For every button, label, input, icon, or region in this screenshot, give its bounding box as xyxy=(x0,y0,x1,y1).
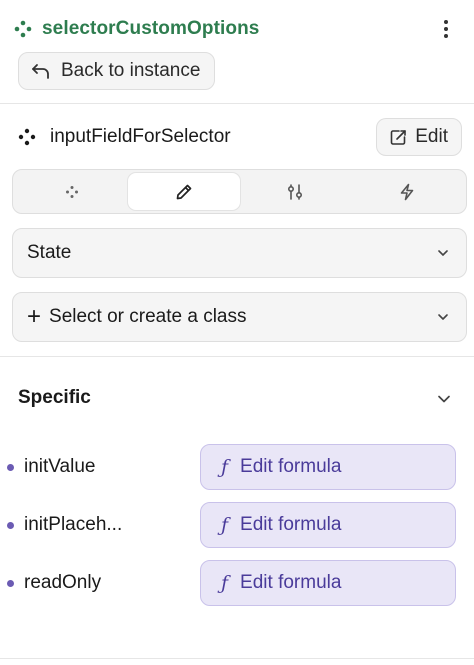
property-row: initValue ƒ Edit formula xyxy=(7,444,456,490)
back-to-instance-button[interactable]: Back to instance xyxy=(18,52,216,90)
component-icon xyxy=(14,20,32,38)
divider xyxy=(0,356,474,357)
edit-formula-label: Edit formula xyxy=(240,456,342,477)
edit-formula-label: Edit formula xyxy=(240,514,342,535)
bound-indicator xyxy=(7,521,14,529)
tab-style[interactable] xyxy=(127,173,240,210)
property-label: readOnly xyxy=(24,572,102,593)
edit-button[interactable]: Edit xyxy=(376,118,462,156)
panel-header: selectorCustomOptions Back to instance xyxy=(0,0,474,104)
external-edit-icon xyxy=(390,129,407,145)
back-to-instance-label: Back to instance xyxy=(61,60,201,81)
component-title-row: selectorCustomOptions xyxy=(14,14,259,44)
edit-formula-label: Edit formula xyxy=(240,572,342,593)
sparkle-icon xyxy=(65,185,78,198)
edit-label: Edit xyxy=(415,126,448,147)
specific-section-header[interactable]: Specific xyxy=(18,380,462,416)
lightning-icon xyxy=(400,183,414,200)
state-dropdown[interactable]: State xyxy=(12,228,467,278)
edit-formula-button[interactable]: ƒ Edit formula xyxy=(200,444,456,490)
function-icon: ƒ xyxy=(221,514,229,536)
component-icon xyxy=(18,128,36,146)
divider xyxy=(0,103,474,104)
back-arrow-icon xyxy=(32,64,49,79)
edit-formula-button[interactable]: ƒ Edit formula xyxy=(200,502,456,548)
chevron-down-icon xyxy=(438,395,450,403)
bound-indicator xyxy=(7,579,14,587)
tab-workflows[interactable] xyxy=(351,173,463,210)
bound-indicator xyxy=(7,463,14,471)
edit-formula-button[interactable]: ƒ Edit formula xyxy=(200,560,456,606)
class-selector-dropdown[interactable]: + Select or create a class xyxy=(12,292,467,342)
property-tabs xyxy=(12,169,467,214)
property-label: initValue xyxy=(24,456,96,477)
divider xyxy=(0,658,474,659)
tab-settings[interactable] xyxy=(240,173,352,210)
property-row: readOnly ƒ Edit formula xyxy=(7,560,456,606)
more-options-icon[interactable] xyxy=(432,14,460,44)
pencil-icon xyxy=(176,184,191,199)
tab-layout[interactable] xyxy=(16,173,128,210)
component-name: selectorCustomOptions xyxy=(42,18,260,39)
chevron-down-icon xyxy=(438,250,448,256)
property-label: initPlaceh... xyxy=(24,514,123,535)
element-name: inputFieldForSelector xyxy=(50,126,231,147)
state-dropdown-label: State xyxy=(27,242,72,263)
element-row: inputFieldForSelector Edit xyxy=(18,118,462,156)
sliders-icon xyxy=(288,183,303,200)
plus-icon: + xyxy=(27,303,42,330)
function-icon: ƒ xyxy=(221,456,229,478)
class-selector-label: Select or create a class xyxy=(49,306,247,327)
function-icon: ƒ xyxy=(221,572,229,594)
property-row: initPlaceh... ƒ Edit formula xyxy=(7,502,456,548)
specific-section-title: Specific xyxy=(18,387,91,408)
chevron-down-icon xyxy=(438,314,448,320)
